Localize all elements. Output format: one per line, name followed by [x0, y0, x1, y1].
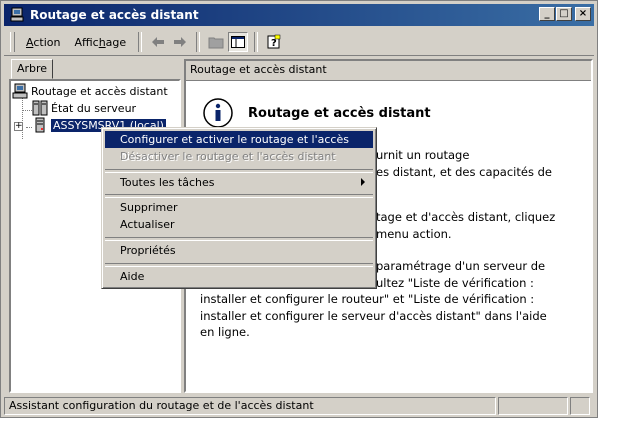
menu-item-all-tasks[interactable]: Toutes les tâches — [105, 174, 373, 191]
submenu-arrow-icon — [361, 178, 365, 186]
routing-console-icon — [8, 6, 26, 24]
text-line: menu action. — [376, 226, 452, 241]
tree-node-server-status[interactable]: État du serveur — [32, 100, 136, 116]
description-paragraph-1: urnit un routage es distant, et des capa… — [376, 147, 586, 180]
toolbar-separator — [254, 32, 259, 52]
status-cell — [570, 397, 590, 415]
menu-toolbar: Action Affichage ? — [4, 29, 594, 56]
description-paragraph-3a: paramétrage d'un serveur de ultez "Liste… — [376, 258, 586, 291]
server-icon — [32, 117, 48, 133]
menu-separator — [105, 263, 373, 267]
svg-text:?: ? — [271, 38, 277, 49]
menu-item-help[interactable]: Aide — [105, 268, 373, 285]
text-line: en ligne. — [200, 325, 250, 339]
server-status-icon — [32, 100, 48, 116]
minimize-button[interactable]: _ — [539, 7, 555, 21]
menu-item-label: Toutes les tâches — [120, 176, 215, 189]
menu-item-refresh[interactable]: Actualiser — [105, 216, 373, 233]
tree-node-label: Routage et accès distant — [31, 84, 168, 98]
routing-console-icon — [12, 83, 28, 99]
menu-action[interactable]: Action — [19, 34, 67, 51]
status-cell — [498, 397, 568, 415]
text-line: tage et d'accès distant, cliquez — [376, 210, 556, 224]
status-text: Assistant configuration du routage et de… — [4, 397, 496, 415]
window-title: Routage et accès distant — [30, 8, 199, 22]
text-line: installer et configurer le routeur" et "… — [200, 292, 535, 306]
description-paragraph-2: tage et d'accès distant, cliquez menu ac… — [376, 209, 586, 242]
description-paragraph-3b: installer et configurer le routeur" et "… — [200, 291, 580, 341]
expand-plus-icon[interactable]: + — [14, 122, 23, 131]
text-line: paramétrage d'un serveur de — [376, 259, 546, 273]
folder-up-icon[interactable] — [206, 32, 226, 52]
text-line: installer et configurer le serveur d'acc… — [200, 308, 547, 323]
menu-item-configure[interactable]: Configurer et activer le routage et l'ac… — [105, 131, 373, 163]
menu-separator — [105, 169, 373, 173]
toolbar-separator — [196, 32, 201, 52]
result-title: Routage et accès distant — [248, 106, 431, 121]
tree-node-routing[interactable]: Routage et accès distant — [12, 83, 168, 99]
text-line: urnit un routage — [376, 148, 470, 162]
menu-item-properties[interactable]: Propriétés — [105, 242, 373, 259]
show-hide-tree-icon[interactable] — [228, 32, 249, 52]
title-bar[interactable]: Routage et accès distant _ □ × — [4, 4, 594, 26]
status-bar: Assistant configuration du routage et de… — [4, 397, 594, 415]
info-icon — [202, 97, 234, 129]
text-line: ultez "Liste de vérification : — [376, 275, 534, 290]
menu-item-disable: Désactiver le routage et l'accès distant — [120, 150, 336, 163]
close-button[interactable]: × — [575, 7, 591, 21]
menu-separator — [105, 194, 373, 198]
toolbar-grip[interactable] — [10, 32, 15, 52]
result-pane-header: Routage et accès distant — [186, 61, 591, 81]
context-menu: Configurer et activer le routage et l'ac… — [101, 127, 377, 289]
menu-affichage[interactable]: Affichage — [67, 34, 133, 51]
maximize-button[interactable]: □ — [556, 7, 572, 21]
toolbar-separator — [138, 32, 143, 52]
tab-arbre[interactable]: Arbre — [11, 59, 53, 79]
tree-node-label: État du serveur — [51, 101, 137, 115]
menu-item-delete[interactable]: Supprimer — [105, 199, 373, 216]
forward-arrow-icon[interactable] — [170, 32, 190, 52]
menu-separator — [105, 237, 373, 241]
back-arrow-icon[interactable] — [148, 32, 168, 52]
text-line: es distant, et des capacités de — [376, 164, 552, 179]
help-icon[interactable]: ? — [264, 32, 284, 52]
